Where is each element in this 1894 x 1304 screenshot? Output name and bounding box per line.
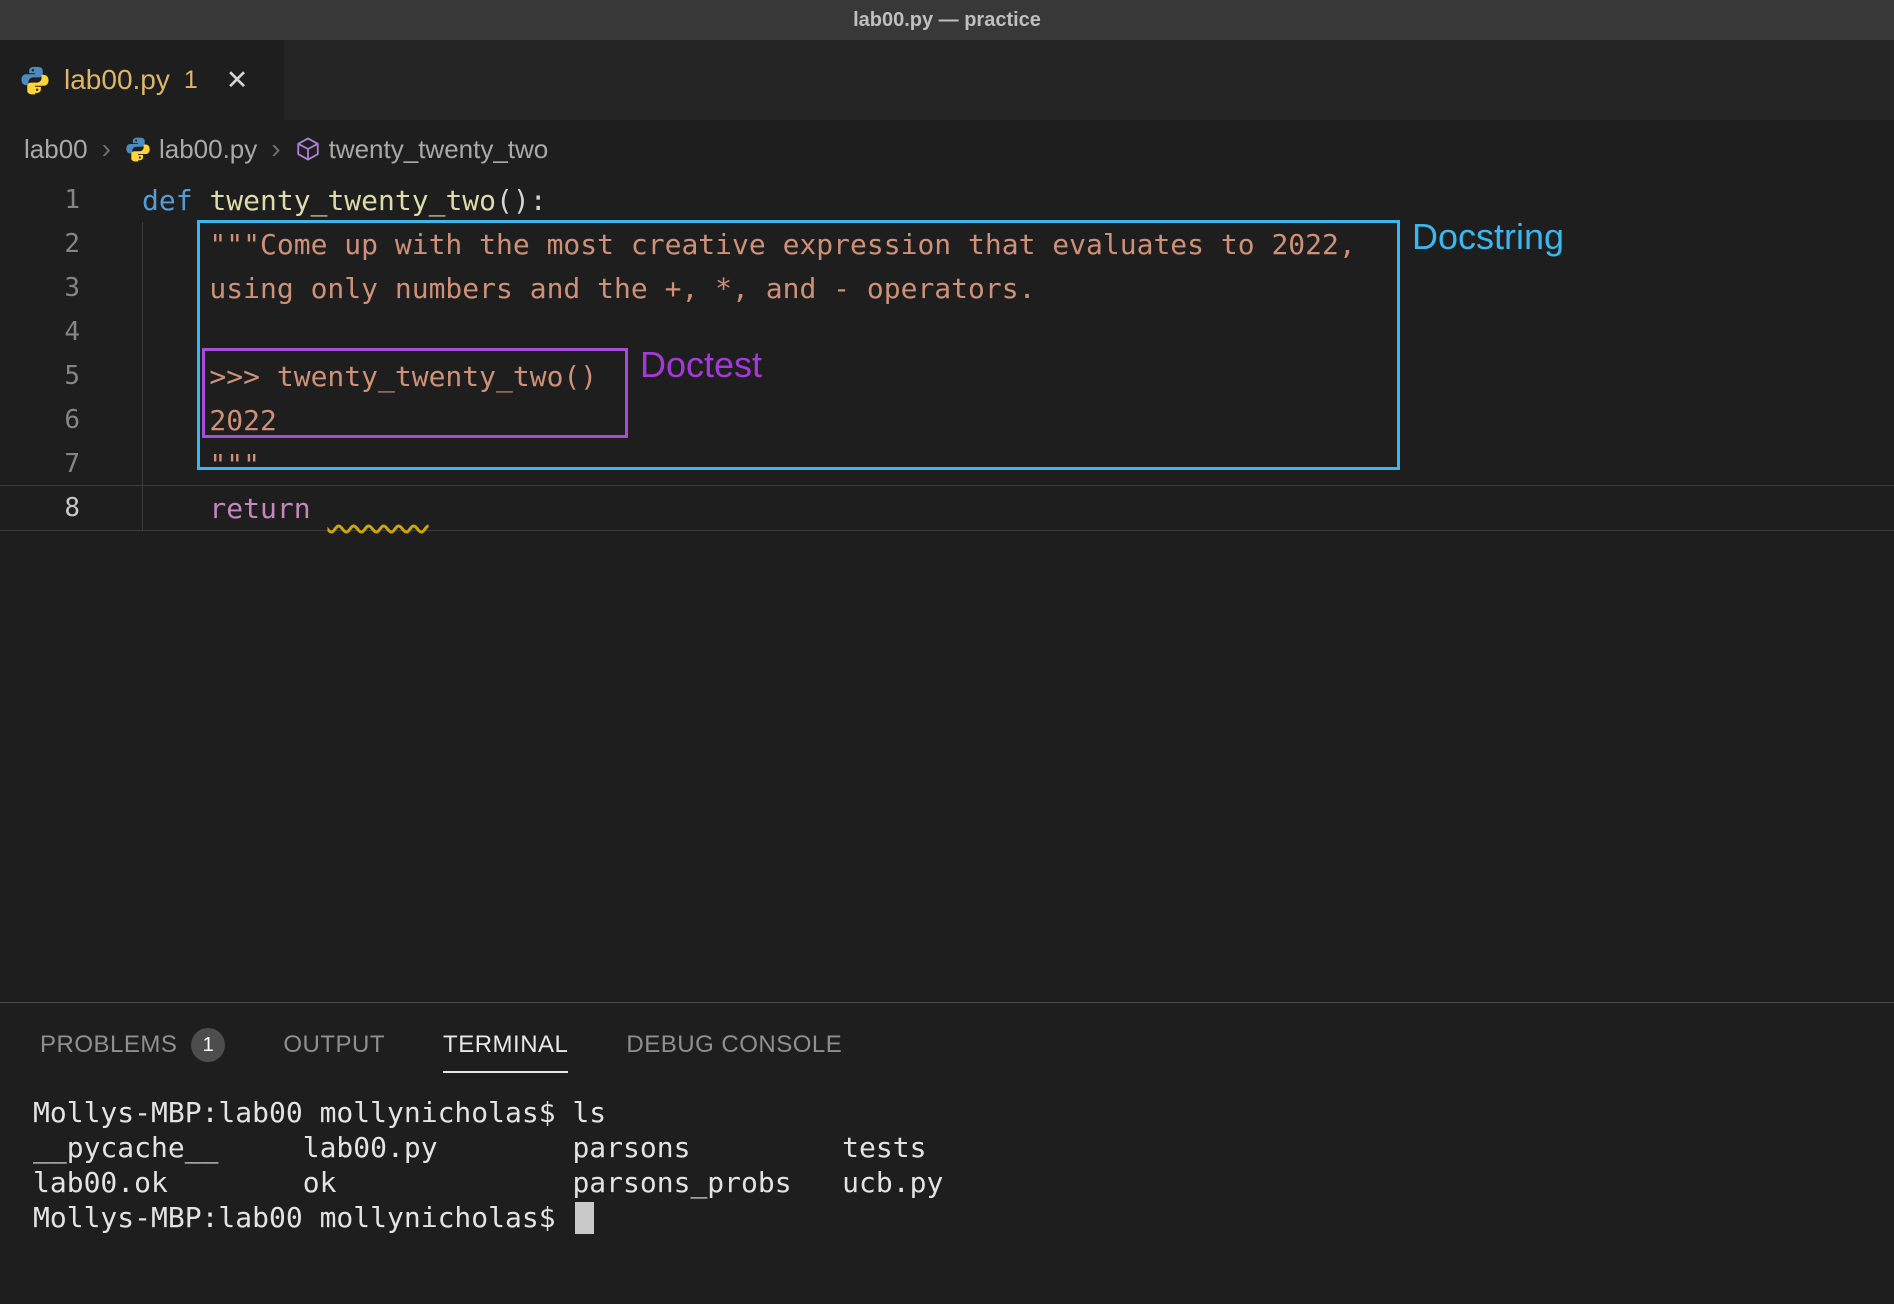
code-token: twenty_twenty_two [209, 184, 496, 217]
code-token: """ [142, 448, 260, 481]
line-number: 7 [0, 449, 80, 479]
terminal-line: Mollys-MBP:lab00 mollynicholas$ ls [33, 1095, 1894, 1130]
window-title: lab00.py — practice [853, 9, 1041, 32]
code-line[interactable]: 3 using only numbers and the +, *, and -… [0, 266, 1894, 310]
breadcrumb-symbol[interactable]: twenty_twenty_two [295, 134, 549, 165]
line-number: 6 [0, 405, 80, 435]
code-line[interactable]: 1 def twenty_twenty_two(): [0, 178, 1894, 222]
panel-tab-problems[interactable]: PROBLEMS 1 [40, 1028, 225, 1062]
breadcrumb-file[interactable]: lab00.py [125, 134, 257, 165]
code-line-current[interactable]: 8 return [0, 486, 1894, 530]
bottom-panel: PROBLEMS 1 OUTPUT TERMINAL DEBUG CONSOLE… [0, 1002, 1894, 1304]
terminal-line: lab00.ok ok parsons_probs ucb.py [33, 1165, 1894, 1200]
tab-label: lab00.py [64, 64, 170, 96]
window-titlebar: lab00.py — practice [0, 0, 1894, 40]
chevron-right-icon: › [102, 133, 111, 165]
docstring-annotation-label: Docstring [1412, 216, 1564, 258]
code-editor[interactable]: 1 def twenty_twenty_two(): 2 """Come up … [0, 178, 1894, 1002]
code-token: (): [496, 184, 547, 217]
terminal-line: Mollys-MBP:lab00 mollynicholas$ [33, 1200, 1894, 1235]
code-token: 2022 [142, 404, 277, 437]
code-line[interactable]: 7 """ [0, 442, 1894, 486]
line-number: 2 [0, 229, 80, 259]
panel-tab-output[interactable]: OUTPUT [283, 1031, 385, 1059]
tab-lab00[interactable]: lab00.py 1 ✕ [0, 40, 284, 120]
panel-tab-bar: PROBLEMS 1 OUTPUT TERMINAL DEBUG CONSOLE [0, 1003, 1894, 1065]
tab-close-icon[interactable]: ✕ [226, 65, 249, 96]
terminal-cursor [575, 1202, 594, 1234]
warning-squiggle [327, 492, 428, 525]
line-number: 3 [0, 273, 80, 303]
indent-guide [142, 222, 143, 530]
terminal[interactable]: Mollys-MBP:lab00 mollynicholas$ ls __pyc… [0, 1065, 1894, 1235]
python-icon [125, 136, 151, 162]
code-token: using only numbers and the +, *, and - o… [142, 272, 1035, 305]
python-icon [20, 65, 50, 95]
editor-tab-strip: lab00.py 1 ✕ [0, 40, 1894, 120]
breadcrumb-folder[interactable]: lab00 [24, 134, 88, 165]
symbol-cube-icon [295, 136, 321, 162]
panel-tab-debug-console[interactable]: DEBUG CONSOLE [626, 1031, 842, 1059]
code-token: >>> twenty_twenty_two() [142, 360, 597, 393]
breadcrumb: lab00 › lab00.py › twenty_twenty_two [0, 120, 1894, 178]
code-token: def [142, 184, 209, 217]
line-number: 5 [0, 361, 80, 391]
line-number: 8 [0, 493, 80, 523]
problems-count-badge: 1 [191, 1028, 225, 1062]
code-line[interactable]: 5 >>> twenty_twenty_two() [0, 354, 1894, 398]
chevron-right-icon: › [271, 133, 280, 165]
tab-problem-count: 1 [184, 66, 198, 95]
code-line[interactable]: 6 2022 [0, 398, 1894, 442]
terminal-line: __pycache__ lab00.py parsons tests [33, 1130, 1894, 1165]
line-number: 4 [0, 317, 80, 347]
line-number: 1 [0, 185, 80, 215]
code-token: return [142, 492, 327, 525]
panel-tab-terminal[interactable]: TERMINAL [443, 1031, 568, 1059]
code-line[interactable]: 4 [0, 310, 1894, 354]
doctest-annotation-label: Doctest [640, 344, 762, 386]
code-line[interactable]: 2 """Come up with the most creative expr… [0, 222, 1894, 266]
code-token: """Come up with the most creative expres… [142, 228, 1356, 261]
